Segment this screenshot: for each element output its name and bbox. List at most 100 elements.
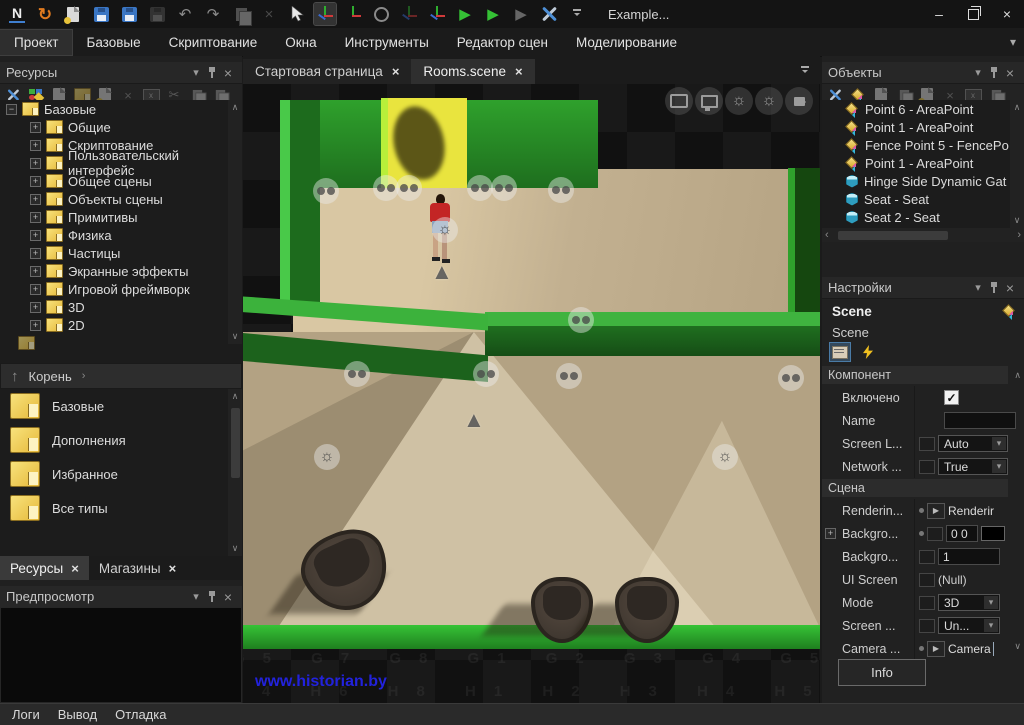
tree-item[interactable]: +Пользовательский интерфейс — [0, 154, 242, 172]
tab-start-page[interactable]: Стартовая страница× — [243, 59, 411, 84]
toolbar-overflow-button[interactable] — [566, 3, 588, 25]
status-debug[interactable]: Отладка — [115, 707, 166, 722]
resources-tree-vscrollbar[interactable]: ∧ ∨ — [228, 100, 242, 344]
expand-icon[interactable]: + — [30, 158, 41, 169]
resources-folders-vscrollbar[interactable]: ∧ ∨ — [228, 389, 242, 556]
object-item[interactable]: Point 1 - AreaPoint — [822, 118, 1024, 136]
scroll-thumb[interactable] — [838, 231, 948, 240]
select-tool-button[interactable] — [286, 3, 308, 25]
menu-scripting[interactable]: Скриптование — [155, 30, 272, 55]
object-item[interactable]: Seat 2 - Seat — [822, 208, 1024, 226]
lighting-alt-button[interactable]: ☼ — [755, 87, 783, 115]
menu-chevron-icon[interactable]: ▾ — [1010, 35, 1016, 49]
scroll-right-icon[interactable]: › — [1017, 229, 1021, 241]
lighting-button[interactable]: ☼ — [725, 87, 753, 115]
camera-button[interactable] — [785, 87, 813, 115]
object-item[interactable]: Hinge Side Dynamic Gat — [822, 172, 1024, 190]
tree-item[interactable]: +Частицы — [0, 244, 242, 262]
refresh-button[interactable]: ↻ — [34, 3, 56, 25]
resources-close-icon[interactable]: × — [220, 65, 236, 81]
breadcrumb-root[interactable]: Корень — [29, 369, 72, 384]
tree-item[interactable]: +Объекты сцены — [0, 190, 242, 208]
expand-icon[interactable]: + — [30, 140, 41, 151]
object-item[interactable]: Fence Point 5 - FencePo — [822, 136, 1024, 154]
tree-item[interactable]: +Физика — [0, 226, 242, 244]
objects-close-icon[interactable]: × — [1002, 65, 1018, 81]
new-resource-button[interactable] — [62, 3, 84, 25]
folder-item-favorites[interactable]: Избранное — [0, 457, 242, 491]
spawn-point-gizmo[interactable]: ▲ — [431, 261, 453, 283]
scroll-down-icon[interactable]: ∨ — [1014, 215, 1021, 226]
hinge-gizmo[interactable] — [344, 361, 370, 387]
scroll-up-icon[interactable]: ∧ — [232, 102, 239, 113]
settings-dropdown-icon[interactable]: ▾ — [970, 281, 986, 294]
scroll-thumb[interactable] — [231, 408, 240, 478]
close-icon[interactable]: × — [392, 64, 400, 79]
objects-dropdown-icon[interactable]: ▾ — [970, 66, 986, 79]
preview-pin-icon[interactable] — [208, 591, 216, 602]
tree-item[interactable]: +Игровой фреймворк — [0, 280, 242, 298]
hinge-gizmo[interactable] — [313, 178, 339, 204]
tree-item[interactable]: −Базовые — [0, 100, 242, 118]
save-as-button[interactable] — [118, 3, 140, 25]
tab-rooms-scene[interactable]: Rooms.scene× — [411, 59, 534, 84]
default-box[interactable] — [919, 619, 935, 633]
ui-screen-value[interactable]: (Null) — [938, 573, 967, 587]
save-all-button[interactable] — [146, 3, 168, 25]
play-button[interactable]: ▶ — [454, 3, 476, 25]
properties-tab[interactable] — [830, 343, 850, 361]
menu-windows[interactable]: Окна — [271, 30, 330, 55]
settings-scroll-down-icon[interactable]: ∨ — [1014, 641, 1021, 652]
resources-dropdown-icon[interactable]: ▾ — [188, 66, 204, 79]
hinge-gizmo[interactable] — [568, 307, 594, 333]
expand-icon[interactable]: + — [30, 266, 41, 277]
tree-item[interactable]: +2D — [0, 316, 242, 334]
name-input[interactable] — [944, 412, 1016, 429]
scroll-down-icon[interactable]: ∨ — [232, 331, 239, 342]
rendering-expand-button[interactable]: ▶ — [927, 503, 945, 519]
scale-tool-button[interactable] — [398, 3, 420, 25]
default-box[interactable] — [919, 437, 935, 451]
light-gizmo[interactable]: ☼ — [432, 217, 458, 243]
close-button[interactable]: × — [990, 0, 1024, 28]
close-icon[interactable]: × — [169, 561, 177, 576]
play-disabled-button[interactable]: ▶ — [510, 3, 532, 25]
network-dropdown[interactable]: True▾ — [938, 458, 1008, 475]
tree-item[interactable]: +Общие — [0, 118, 242, 136]
undo-button[interactable]: ↶ — [174, 3, 196, 25]
settings-scroll-up-icon[interactable]: ∧ — [1014, 370, 1021, 381]
resources-pin-icon[interactable] — [208, 67, 216, 78]
camera-expand-button[interactable]: ▶ — [927, 641, 945, 657]
expand-icon[interactable]: + — [30, 194, 41, 205]
hinge-gizmo[interactable] — [548, 177, 574, 203]
expand-icon[interactable]: + — [30, 302, 41, 313]
menu-modeling[interactable]: Моделирование — [562, 30, 691, 55]
rotate-tool-button[interactable] — [342, 3, 364, 25]
screen-label-dropdown[interactable]: Auto▾ — [938, 435, 1008, 452]
object-item[interactable]: Seat - Seat — [822, 190, 1024, 208]
folder-item-addons[interactable]: Дополнения — [0, 423, 242, 457]
transform-tool-button[interactable] — [426, 3, 448, 25]
objects-pin-icon[interactable] — [990, 67, 998, 78]
expand-icon[interactable]: + — [30, 320, 41, 331]
expand-icon[interactable]: + — [30, 248, 41, 259]
viewport-tab-list-icon[interactable] — [800, 66, 810, 76]
enabled-checkbox[interactable]: ✓ — [944, 390, 959, 405]
objects-vscrollbar[interactable]: ∧ ∨ — [1010, 100, 1024, 228]
redo-button[interactable]: ↷ — [202, 3, 224, 25]
screen-mode-button[interactable] — [695, 87, 723, 115]
tab-stores[interactable]: Магазины× — [89, 556, 186, 580]
expand-icon[interactable]: + — [30, 284, 41, 295]
tree-item[interactable]: +3D — [0, 298, 242, 316]
tools-button[interactable] — [538, 3, 560, 25]
scroll-left-icon[interactable]: ‹ — [825, 229, 829, 241]
hinge-gizmo[interactable] — [467, 175, 493, 201]
object-item[interactable]: Point 6 - AreaPoint — [822, 100, 1024, 118]
collapse-icon[interactable]: − — [6, 104, 17, 115]
preview-dropdown-icon[interactable]: ▾ — [188, 590, 204, 603]
sphere-tool-button[interactable] — [370, 3, 392, 25]
scroll-up-icon[interactable]: ∧ — [1014, 102, 1021, 113]
display-mode-button[interactable] — [665, 87, 693, 115]
settings-close-icon[interactable]: × — [1002, 280, 1018, 296]
camera-value[interactable]: Camera — [948, 642, 994, 656]
